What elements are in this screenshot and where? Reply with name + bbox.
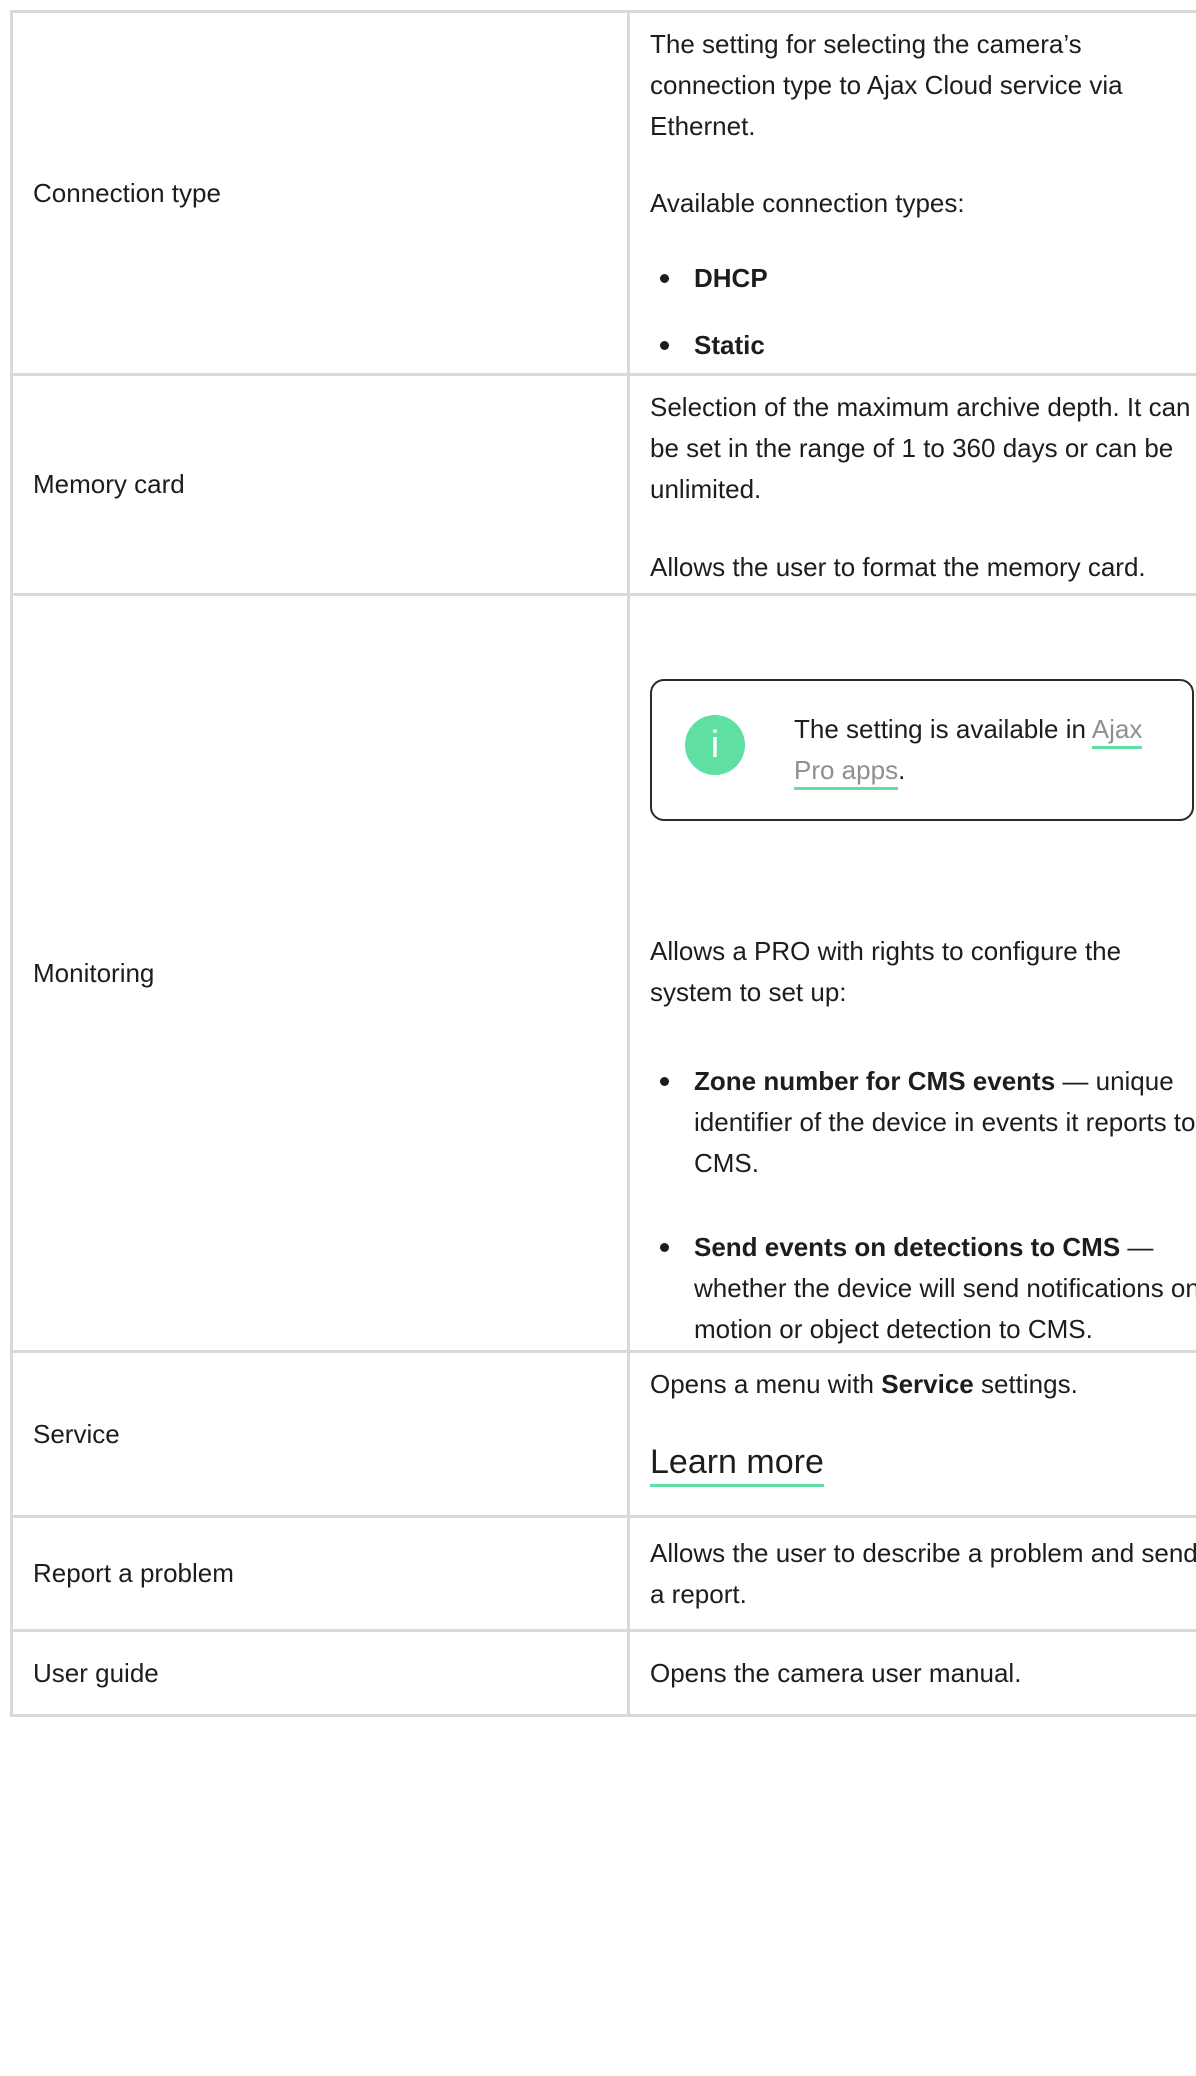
setting-name-cell: Memory card (10, 373, 630, 596)
setting-description-cell: Allows the user to describe a problem an… (627, 1515, 1196, 1632)
table-row-service: Service Opens a menu with Service settin… (10, 1350, 1196, 1518)
info-icon: i (685, 715, 745, 775)
setting-description-cell: Selection of the maximum archive depth. … (627, 373, 1196, 596)
list-item: Static (650, 325, 1196, 366)
setting-name-cell: Monitoring (10, 593, 630, 1353)
list-item-bold: Zone number for CMS events (694, 1066, 1056, 1096)
setting-description-cell: Opens a menu with Service settings. Lear… (627, 1350, 1196, 1518)
setting-name-cell: Report a problem (10, 1515, 630, 1632)
setting-name-cell: User guide (10, 1629, 630, 1717)
setting-name: Report a problem (33, 1558, 234, 1588)
list-item-label: DHCP (694, 263, 768, 293)
table-row-report-problem: Report a problem Allows the user to desc… (10, 1515, 1196, 1632)
info-notice: i The setting is available in Ajax Pro a… (650, 679, 1194, 821)
service-bold: Service (881, 1369, 974, 1399)
description-paragraph: Allows the user to format the memory car… (650, 552, 1146, 582)
setting-name: Service (33, 1418, 120, 1449)
setting-description-cell: i The setting is available in Ajax Pro a… (627, 593, 1196, 1353)
description-paragraph: Opens a menu with Service settings. (650, 1369, 1078, 1399)
setting-description-cell: Opens the camera user manual. (627, 1629, 1196, 1717)
list-item: DHCP (650, 258, 1196, 299)
setting-description-cell: The setting for selecting the camera’s c… (627, 10, 1196, 376)
setting-name-cell: Connection type (10, 10, 630, 376)
description-paragraph: Selection of the maximum archive depth. … (650, 392, 1191, 504)
list-item-label: Static (694, 330, 765, 360)
page: Connection type The setting for selectin… (0, 0, 1196, 2076)
monitoring-options-list: Zone number for CMS events — unique iden… (650, 1061, 1196, 1350)
list-item: Zone number for CMS events — unique iden… (650, 1061, 1196, 1184)
setting-name: Monitoring (33, 957, 155, 988)
description-paragraph: Allows the user to describe a problem an… (650, 1537, 1196, 1609)
table-row-connection-type: Connection type The setting for selectin… (10, 10, 1196, 376)
table-row-monitoring: Monitoring i The setting is available in… (10, 593, 1196, 1353)
list-item-bold: Send events on detections to CMS (694, 1232, 1121, 1262)
description-paragraph: Available connection types: (650, 188, 965, 218)
setting-name: Memory card (33, 469, 185, 499)
setting-name: Connection type (33, 177, 221, 208)
table-row-user-guide: User guide Opens the camera user manual. (10, 1629, 1196, 1717)
notice-text: The setting is available in Ajax Pro app… (794, 709, 1154, 791)
list-item: Send events on detections to CMS — wheth… (650, 1227, 1196, 1350)
description-paragraph: Allows a PRO with rights to configure th… (650, 936, 1122, 1007)
connection-types-list: DHCP Static (650, 258, 1196, 366)
learn-more-link[interactable]: Learn more (650, 1440, 824, 1487)
description-paragraph: Opens the camera user manual. (650, 1657, 1022, 1688)
setting-name-cell: Service (10, 1350, 630, 1518)
description-paragraph: The setting for selecting the camera’s c… (650, 29, 1123, 141)
setting-name: User guide (33, 1657, 159, 1688)
settings-table: Connection type The setting for selectin… (10, 10, 1196, 1717)
table-row-memory-card: Memory card Selection of the maximum arc… (10, 373, 1196, 596)
